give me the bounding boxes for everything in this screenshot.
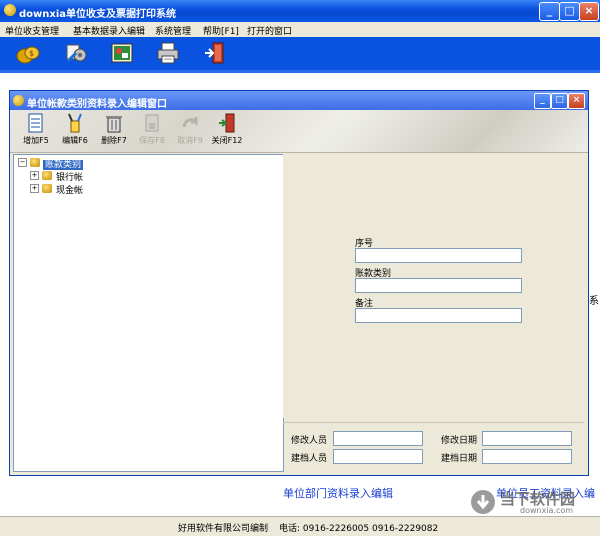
add-document-icon [27, 113, 45, 133]
maximize-button[interactable]: □ [559, 2, 580, 21]
svg-text:$: $ [29, 49, 34, 58]
category-editor-window: 单位帐款类别资料录入编辑窗口 _ □ × 增加F5 编辑F6 删除F7 保存F8… [9, 90, 589, 476]
detail-form: 序号 账款类别 备注 [283, 154, 584, 418]
exit-door-icon[interactable] [203, 41, 227, 65]
company-text: 好用软件有限公司编制 [178, 524, 269, 534]
edit-tools-icon [66, 113, 84, 133]
title-bar: downxia单位收支及票据打印系统 _ □ × [0, 0, 600, 22]
modify-date-field[interactable] [482, 431, 572, 446]
money-bag-icon[interactable]: $ [16, 41, 40, 65]
menu-bar: 单位收支管理 基本数据录入编辑 系统管理 帮助[F1] 打开的窗口 [0, 22, 600, 38]
delete-button-label: 删除F7 [101, 136, 127, 145]
close-window-button-label: 关闭F12 [211, 136, 243, 145]
create-date-label: 建档日期 [441, 454, 478, 464]
audit-section: 修改人员 修改日期 建档人员 建档日期 [283, 422, 584, 471]
tree-expand-toggle[interactable]: + [30, 184, 39, 193]
printer-icon[interactable] [156, 41, 180, 65]
cancel-button[interactable]: 取消F9 [170, 113, 210, 149]
edit-button-label: 编辑F6 [62, 136, 88, 145]
delete-button[interactable]: 删除F7 [94, 113, 134, 149]
download-arrow-icon [471, 490, 495, 514]
inner-minimize-button[interactable]: _ [534, 93, 551, 109]
menu-basic-data[interactable]: 基本数据录入编辑 [73, 24, 145, 37]
inner-title-bar: 单位帐款类别资料录入编辑窗口 _ □ × [10, 91, 588, 110]
note-field[interactable] [355, 308, 522, 323]
phone-text: 电话: 0916-2226005 0916-2229082 [279, 524, 439, 534]
seq-field[interactable] [355, 248, 522, 263]
modifier-field[interactable] [333, 431, 423, 446]
close-button[interactable]: × [579, 2, 599, 21]
close-window-button[interactable]: 关闭F12 [207, 113, 247, 149]
create-date-field[interactable] [482, 449, 572, 464]
add-button-label: 增加F5 [23, 136, 49, 145]
menu-help[interactable]: 帮助[F1] [203, 24, 239, 37]
folder-icon [42, 171, 52, 180]
save-button[interactable]: 保存F8 [132, 113, 172, 149]
side-mark: 系 [589, 296, 599, 307]
watermark: 当下软件园 downxia.com [470, 488, 598, 516]
save-icon [143, 113, 161, 133]
app-icon [4, 4, 16, 16]
creator-label: 建档人员 [291, 454, 328, 464]
cancel-button-label: 取消F9 [177, 136, 203, 145]
undo-arrow-icon [181, 113, 199, 133]
inner-window-icon [13, 95, 24, 106]
category-field[interactable] [355, 278, 522, 293]
tree-node-cash[interactable]: 现金帐 [56, 183, 83, 196]
folder-icon [30, 158, 40, 167]
settings-icon[interactable] [64, 41, 88, 65]
status-bar: 好用软件有限公司编制 电话: 0916-2226005 0916-2229082 [0, 516, 600, 536]
modifier-label: 修改人员 [291, 436, 328, 446]
trash-icon [105, 113, 123, 133]
inner-toolbar: 增加F5 编辑F6 删除F7 保存F8 取消F9 关闭F12 [10, 110, 588, 153]
menu-income-expense[interactable]: 单位收支管理 [5, 24, 59, 37]
tree-expand-toggle[interactable]: + [30, 171, 39, 180]
tree-node-bank[interactable]: 银行帐 [56, 170, 83, 183]
inner-maximize-button[interactable]: □ [551, 93, 568, 109]
inner-close-button[interactable]: × [568, 93, 585, 109]
save-button-label: 保存F8 [139, 136, 165, 145]
folder-icon [42, 184, 52, 193]
tree-root-label: 账款类别 [43, 160, 84, 170]
modify-date-label: 修改日期 [441, 436, 478, 446]
picture-icon[interactable] [110, 41, 134, 65]
exit-door-icon [218, 113, 236, 133]
window-title: downxia单位收支及票据打印系统 [19, 9, 177, 20]
inner-window-title: 单位帐款类别资料录入编辑窗口 [27, 99, 167, 110]
menu-open-windows[interactable]: 打开的窗口 [247, 24, 292, 37]
edit-button[interactable]: 编辑F6 [55, 113, 95, 149]
main-toolbar: $ [0, 37, 600, 73]
category-tree[interactable]: − 账款类别 + 银行帐 + 现金帐 [13, 154, 284, 472]
creator-field[interactable] [333, 449, 423, 464]
tree-collapse-toggle[interactable]: − [18, 158, 27, 167]
minimize-button[interactable]: _ [539, 2, 560, 21]
dept-link[interactable]: 单位部门资料录入编辑 [283, 485, 393, 501]
menu-system[interactable]: 系统管理 [155, 24, 191, 37]
watermark-url: downxia.com [520, 506, 574, 515]
tree-root-node[interactable]: 账款类别 [43, 157, 84, 170]
add-button[interactable]: 增加F5 [16, 113, 56, 149]
